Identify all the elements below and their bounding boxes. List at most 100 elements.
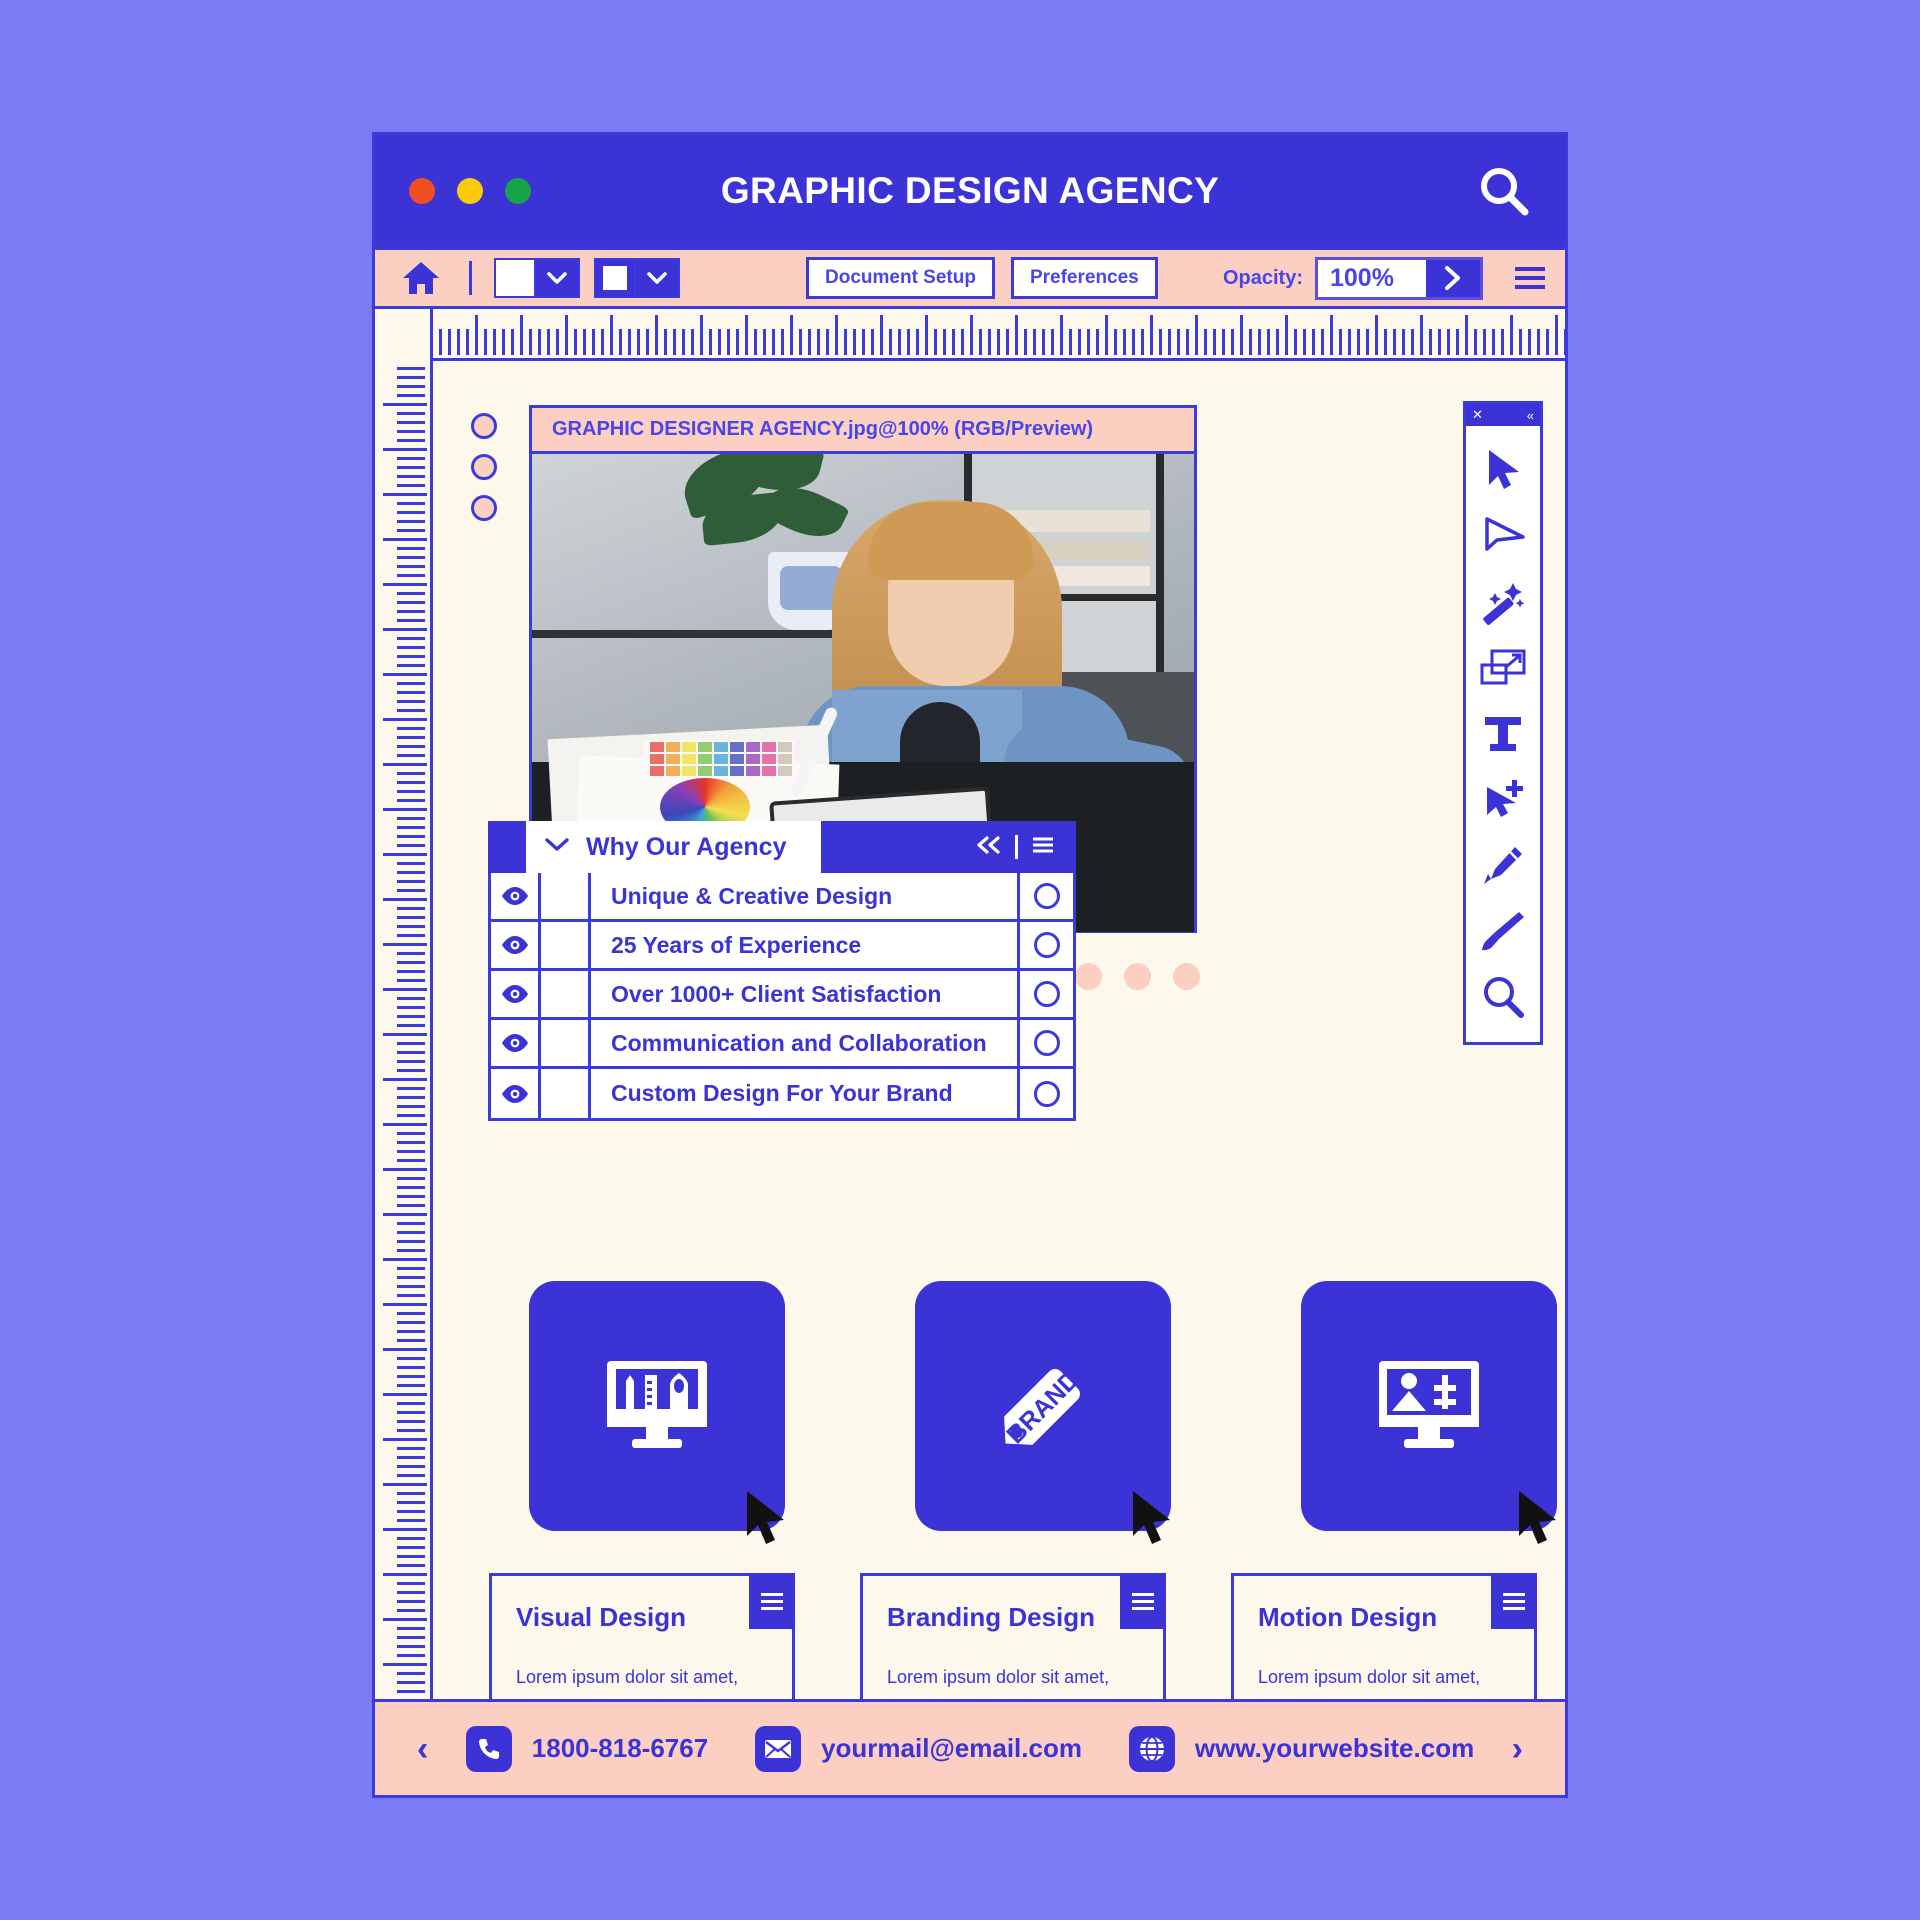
carousel-dot[interactable] <box>1075 963 1102 990</box>
chevron-down-icon[interactable] <box>536 258 580 298</box>
agency-feature-toggle[interactable] <box>1017 873 1073 919</box>
direct-selection-tool-icon[interactable] <box>1474 504 1532 566</box>
document-setup-button[interactable]: Document Setup <box>806 257 995 299</box>
agency-feature-row[interactable]: 25 Years of Experience <box>491 922 1073 971</box>
card-hamburger-menu-icon[interactable] <box>749 1573 795 1629</box>
footer-prev-button[interactable]: ‹ <box>403 1732 442 1766</box>
ruler-tick <box>383 493 427 496</box>
footer-contact-item[interactable]: www.yourwebsite.com <box>1128 1725 1474 1772</box>
ruler-tick <box>397 475 425 478</box>
carousel-dot[interactable] <box>1124 963 1151 990</box>
type-tool-icon[interactable] <box>1474 702 1532 764</box>
fill-color-swatch[interactable] <box>494 258 580 298</box>
maximize-window-button[interactable] <box>505 178 531 204</box>
stroke-color-swatch[interactable] <box>594 258 680 298</box>
canvas-area[interactable]: GRAPHIC DESIGNER AGENCY.jpg@100% (RGB/Pr… <box>433 361 1565 1699</box>
eye-icon[interactable] <box>491 1069 541 1118</box>
ruler-tick <box>397 1492 425 1495</box>
ruler-tick <box>397 709 425 712</box>
agency-feature-row[interactable]: Over 1000+ Client Satisfaction <box>491 971 1073 1020</box>
horizontal-ruler-row <box>375 309 1565 361</box>
chevron-down-icon[interactable] <box>544 837 570 857</box>
ruler-tick <box>397 1267 425 1270</box>
carousel-dot[interactable] <box>1173 963 1200 990</box>
footer-contact-item[interactable]: yourmail@email.com <box>755 1725 1082 1772</box>
agency-feature-row[interactable]: Communication and Collaboration <box>491 1020 1073 1069</box>
ruler-tick <box>907 329 910 355</box>
chevron-down-icon[interactable] <box>636 258 680 298</box>
eye-icon[interactable] <box>491 1020 541 1066</box>
ruler-tick <box>397 547 425 550</box>
close-window-button[interactable] <box>409 178 435 204</box>
ruler-tick <box>646 329 649 355</box>
ruler-tick <box>943 329 946 355</box>
agency-panel-controls <box>975 835 1076 860</box>
card-hamburger-menu-icon[interactable] <box>1491 1573 1537 1629</box>
ruler-tick <box>1339 329 1342 355</box>
agency-feature-toggle[interactable] <box>1017 1069 1073 1118</box>
ruler-tick <box>397 1105 425 1108</box>
magic-wand-tool-icon[interactable] <box>1474 570 1532 632</box>
ruler-tick <box>397 1636 425 1639</box>
ruler-tick <box>862 329 865 355</box>
ruler-tick <box>397 1015 425 1018</box>
ruler-tick <box>1348 329 1351 355</box>
toolbar-hamburger-menu-icon[interactable] <box>1515 267 1545 289</box>
zoom-tool-icon[interactable] <box>1474 966 1532 1028</box>
contact-footer: ‹ 1800-818-6767 yourmail@email.com www.you… <box>375 1699 1565 1795</box>
ruler-tick <box>691 329 694 355</box>
agency-feature-toggle[interactable] <box>1017 971 1073 1017</box>
ruler-tick <box>397 799 425 802</box>
double-chevron-left-icon[interactable] <box>975 835 1003 860</box>
eye-icon[interactable] <box>491 922 541 968</box>
ruler-tick <box>397 421 425 424</box>
ruler-tick <box>1483 329 1486 355</box>
ruler-tick <box>383 1663 427 1666</box>
ruler-tick <box>1006 329 1009 355</box>
agency-feature-row[interactable]: Unique & Creative Design <box>491 873 1073 922</box>
move-tool-icon[interactable] <box>1474 438 1532 500</box>
agency-panel-tab[interactable]: Why Our Agency <box>526 821 821 873</box>
ruler-tick <box>397 1582 425 1585</box>
agency-feature-toggle[interactable] <box>1017 1020 1073 1066</box>
double-chevron-left-icon[interactable]: « <box>1527 408 1534 423</box>
chevron-right-icon[interactable] <box>1426 259 1480 297</box>
ruler-tick <box>397 1312 425 1315</box>
eye-icon[interactable] <box>491 873 541 919</box>
ruler-tick <box>871 329 874 355</box>
agency-feature-toggle[interactable] <box>1017 922 1073 968</box>
ruler-tick <box>397 772 425 775</box>
ruler-tick <box>397 1384 425 1387</box>
add-anchor-point-tool-icon[interactable] <box>1474 768 1532 830</box>
side-marker[interactable] <box>471 495 497 521</box>
footer-contact-item[interactable]: 1800-818-6767 <box>465 1725 708 1772</box>
tools-palette: ✕ « <box>1463 401 1543 1045</box>
image-document-title: GRAPHIC DESIGNER AGENCY.jpg@100% (RGB/Pr… <box>552 418 1094 440</box>
ruler-tick <box>397 592 425 595</box>
mouse-pointer-icon <box>741 1488 793 1557</box>
paintbrush-tool-icon[interactable] <box>1474 900 1532 962</box>
side-marker[interactable] <box>471 454 497 480</box>
opacity-input[interactable] <box>1318 259 1426 297</box>
ruler-tick <box>397 979 425 982</box>
preferences-button[interactable]: Preferences <box>1010 257 1158 299</box>
home-icon[interactable] <box>395 260 447 296</box>
agency-panel-hamburger-menu-icon[interactable] <box>1030 835 1056 860</box>
footer-next-button[interactable]: › <box>1498 1732 1537 1766</box>
card-hamburger-menu-icon[interactable] <box>1120 1573 1166 1629</box>
pen-tool-icon[interactable] <box>1474 834 1532 896</box>
ruler-tick <box>1528 329 1531 355</box>
side-marker[interactable] <box>471 413 497 439</box>
service-icon-tiles: BRAND <box>529 1281 1557 1544</box>
ruler-tick <box>397 1600 425 1603</box>
agency-feature-row[interactable]: Custom Design For Your Brand <box>491 1069 1073 1118</box>
ruler-tick <box>1402 329 1405 355</box>
search-icon[interactable] <box>1477 164 1531 218</box>
transform-scale-tool-icon[interactable] <box>1474 636 1532 698</box>
eye-icon[interactable] <box>491 971 541 1017</box>
close-icon[interactable]: ✕ <box>1472 407 1483 423</box>
ruler-tick <box>880 315 883 355</box>
minimize-window-button[interactable] <box>457 178 483 204</box>
layer-thumb-cell <box>541 1020 591 1066</box>
ruler-tick <box>574 329 577 355</box>
